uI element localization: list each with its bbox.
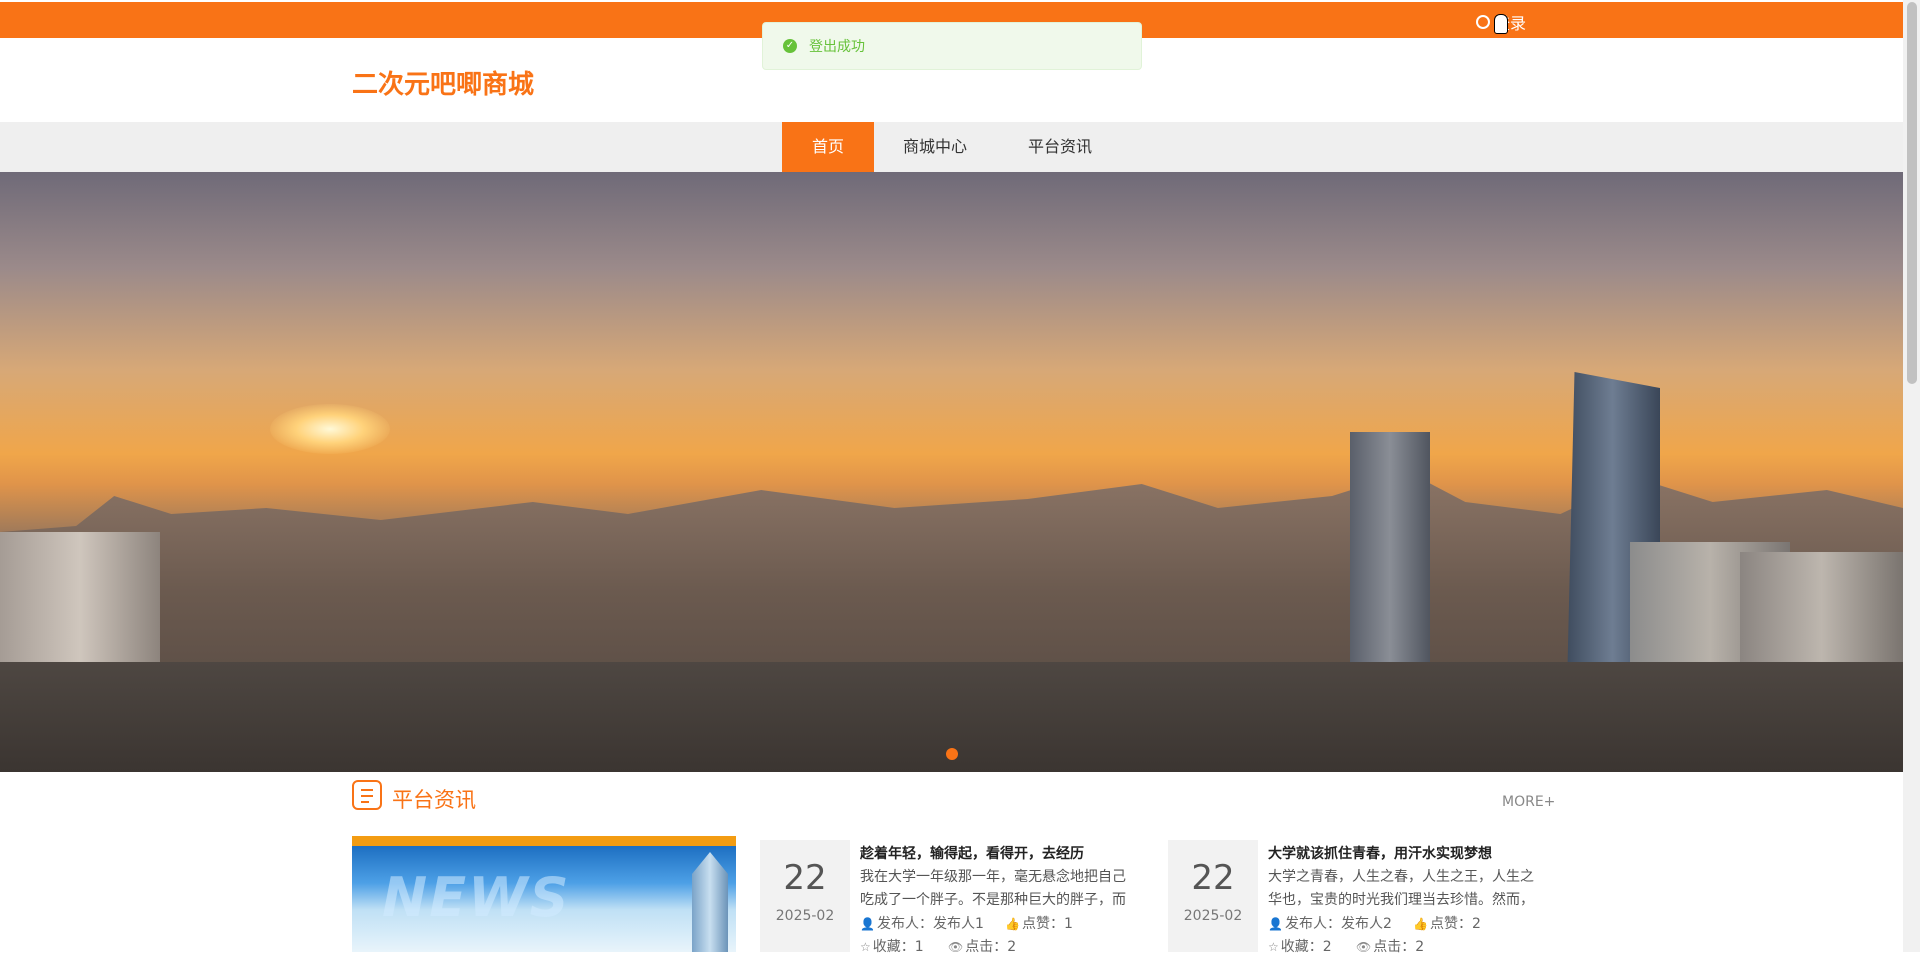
hand-cursor-icon <box>1494 14 1508 34</box>
article-date-box: 22 2025-02 <box>760 840 850 952</box>
article-excerpt-line: 华也，宝贵的时光我们理当去珍惜。然而， <box>1268 892 1534 908</box>
article-year-month: 2025-02 <box>775 908 835 924</box>
likes-text: 点赞：2 <box>1429 916 1481 932</box>
nav-item-home[interactable]: 首页 <box>782 122 874 172</box>
nav-item-mall-center[interactable]: 商城中心 <box>886 122 984 172</box>
thumb-up-icon: 👍 <box>1005 917 1020 931</box>
nav-item-news[interactable]: 平台资讯 <box>1010 122 1110 172</box>
carousel-indicator-dot[interactable] <box>946 748 958 760</box>
likes-text: 点赞：1 <box>1021 916 1073 932</box>
article-publisher: 👤 发布人：发布人2 <box>1268 913 1392 933</box>
news-word-art: NEWS <box>382 866 571 929</box>
article-favorites[interactable]: ☆ 收藏：2 <box>1268 936 1332 956</box>
check-circle-icon: ✓ <box>783 39 797 53</box>
site-title[interactable]: 二次元吧唧商城 <box>352 64 534 101</box>
article-excerpt-line: 吃成了一个胖子。不是那种巨大的胖子，而 <box>860 892 1126 908</box>
article-excerpt-line: 我在大学一年级那一年，毫无悬念地把自己 <box>860 869 1126 885</box>
clicks-text: 点击：2 <box>965 939 1017 955</box>
article-day: 22 <box>1191 858 1235 898</box>
publisher-text: 发布人：发布人2 <box>1284 916 1392 932</box>
favorites-text: 收藏：2 <box>1280 939 1332 955</box>
article-likes[interactable]: 👍 点赞：1 <box>1005 913 1073 933</box>
user-outline-icon: 👤 <box>860 917 875 931</box>
user-outline-icon: 👤 <box>1268 917 1283 931</box>
article-likes[interactable]: 👍 点赞：2 <box>1413 913 1481 933</box>
more-link[interactable]: MORE+ <box>1502 794 1555 810</box>
article-title[interactable]: 趁着年轻，输得起，看得开，去经历 <box>860 843 1084 863</box>
logout-success-toast: ✓ 登出成功 <box>762 22 1142 70</box>
news-cover-image[interactable]: NEWS <box>352 836 736 952</box>
article-title[interactable]: 大学就该抓住青春，用汗水实现梦想 <box>1268 843 1492 863</box>
clicks-text: 点击：2 <box>1373 939 1425 955</box>
skyscraper-graphic <box>692 852 728 952</box>
article-excerpt-line: 大学之青春，人生之春，人生之王，人生之 <box>1268 869 1534 885</box>
hero-banner-city-sunset[interactable] <box>0 172 1903 772</box>
article-date-box: 22 2025-02 <box>1168 840 1258 952</box>
document-list-icon <box>352 780 382 810</box>
toast-message: 登出成功 <box>809 39 865 55</box>
section-title-news: 平台资讯 <box>392 788 476 812</box>
sun-glow <box>270 404 390 454</box>
article-year-month: 2025-02 <box>1183 908 1243 924</box>
article-day: 22 <box>783 858 827 898</box>
thumb-up-icon: 👍 <box>1413 917 1428 931</box>
main-nav: 首页 商城中心 平台资讯 <box>0 122 1903 172</box>
publisher-text: 发布人：发布人1 <box>876 916 984 932</box>
favorites-text: 收藏：1 <box>872 939 924 955</box>
article-favorites[interactable]: ☆ 收藏：1 <box>860 936 924 956</box>
user-icon <box>1475 15 1490 29</box>
article-clicks: 👁 点击：2 <box>1356 936 1424 956</box>
scrollbar-thumb[interactable] <box>1907 2 1917 384</box>
article-publisher: 👤 发布人：发布人1 <box>860 913 984 933</box>
article-clicks: 👁 点击：2 <box>948 936 1016 956</box>
